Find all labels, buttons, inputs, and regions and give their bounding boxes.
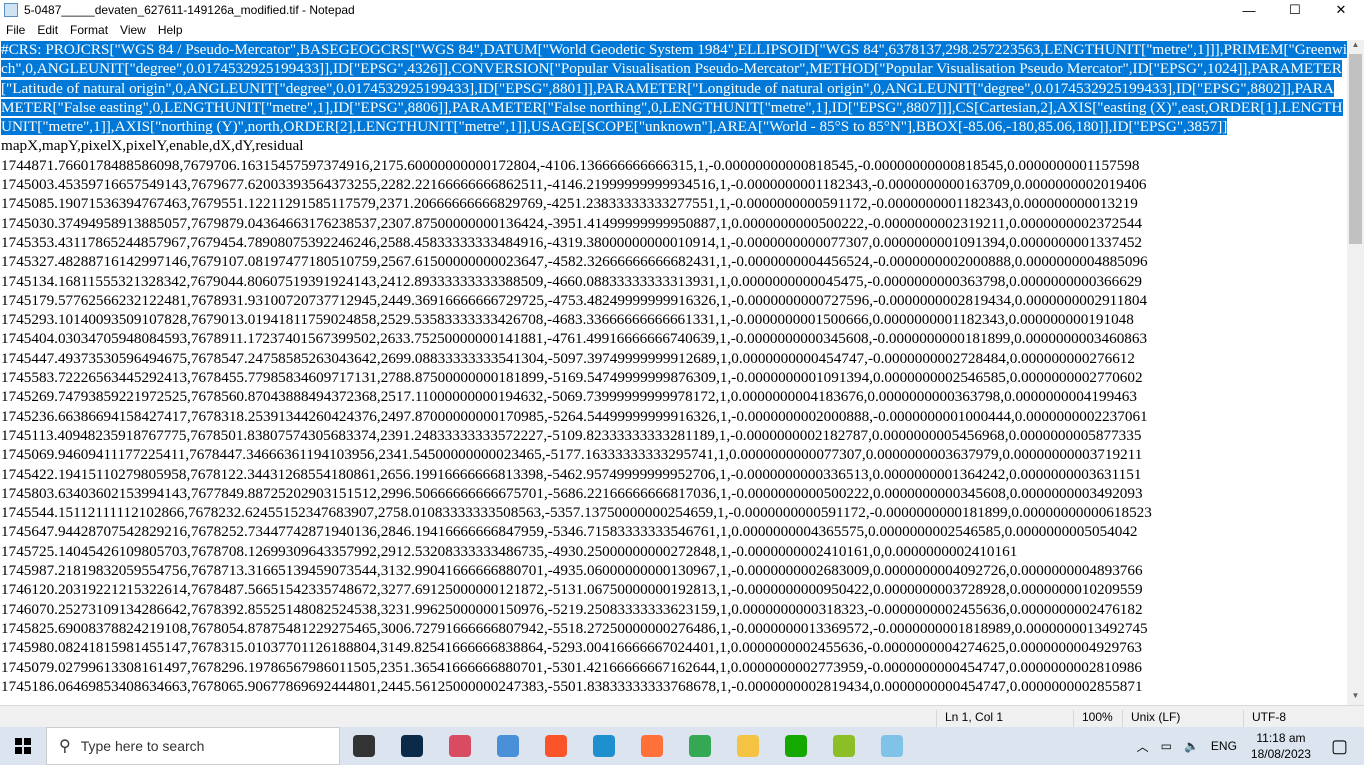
- minimize-button[interactable]: —: [1226, 0, 1272, 20]
- clock-date: 18/08/2023: [1250, 747, 1311, 761]
- notepad-icon: [881, 735, 903, 757]
- task-view-taskbar-button[interactable]: [340, 727, 388, 765]
- csv-row: 1745085.19071536394767463,7679551.122112…: [1, 195, 1138, 213]
- clock[interactable]: 11:18 am 18/08/2023: [1251, 730, 1311, 762]
- csv-row: 1745725.14045426109805703,7678708.126993…: [1, 542, 1018, 560]
- windows-icon: [15, 738, 31, 754]
- taskbar: ⚲ Type here to search ︿ ▭ 🔈 ENG 11:18 am…: [0, 727, 1364, 765]
- menu-help[interactable]: Help: [152, 23, 189, 37]
- csv-row: 1745186.06469853408634663,7678065.906778…: [1, 677, 1143, 695]
- status-bar: Ln 1, Col 1 100% Unix (LF) UTF-8: [0, 705, 1364, 727]
- selected-crs-text[interactable]: #CRS: PROJCRS["WGS 84 / Pseudo-Mercator"…: [1, 41, 1347, 136]
- search-placeholder: Type here to search: [80, 738, 205, 754]
- brave-taskbar-button[interactable]: [532, 727, 580, 765]
- system-tray: ︿ ▭ 🔈 ENG 11:18 am 18/08/2023 ▢: [1131, 727, 1364, 765]
- csv-row: 1746070.25273109134286642,7678392.855251…: [1, 600, 1143, 618]
- text-editor[interactable]: #CRS: PROJCRS["WGS 84 / Pseudo-Mercator"…: [0, 40, 1347, 705]
- csv-row: 1745113.40948235918767775,7678501.838075…: [1, 426, 1142, 444]
- vertical-scrollbar[interactable]: ▲ ▼: [1347, 40, 1364, 705]
- csv-row: 1745647.94428707542829216,7678252.734477…: [1, 523, 1138, 541]
- csv-row: 1745353.43117865244857967,7679454.789080…: [1, 233, 1143, 251]
- title-bar: 5-0487_____devaten_627611-149126a_modifi…: [0, 0, 1364, 20]
- csv-row: 1745987.21819832059554756,7678713.316651…: [1, 562, 1143, 580]
- csv-row: 1744871.7660178488586098,7679706.1631545…: [1, 156, 1140, 174]
- volume-icon[interactable]: 🔈: [1184, 739, 1199, 753]
- scrollbar-thumb[interactable]: [1349, 54, 1362, 244]
- csv-row: 1745404.03034705948084593,7678911.172374…: [1, 330, 1148, 348]
- csv-rows: 1744871.7660178488586098,7679706.1631545…: [1, 156, 1347, 696]
- csv-row: 1745003.45359716657549143,7679677.620033…: [1, 176, 1147, 194]
- csv-row: 1745422.19415110279805958,7678122.344312…: [1, 465, 1142, 483]
- chrome-taskbar-button[interactable]: [676, 727, 724, 765]
- task-view-icon: [353, 735, 375, 757]
- brave-icon: [545, 735, 567, 757]
- encoding: UTF-8: [1243, 710, 1286, 727]
- notepad-icon: [4, 3, 18, 17]
- menu-edit[interactable]: Edit: [31, 23, 64, 37]
- csv-row: 1745069.94609411177225411,7678447.346663…: [1, 446, 1143, 464]
- csv-row: 1745293.10140093509107828,7679013.019418…: [1, 311, 1134, 329]
- upwork-icon: [785, 735, 807, 757]
- edge-icon: [593, 735, 615, 757]
- csv-row: 1745544.15112111112102866,7678232.624551…: [1, 504, 1152, 522]
- snipping-taskbar-button[interactable]: [436, 727, 484, 765]
- zoom-level: 100%: [1073, 710, 1113, 727]
- photoshop-icon: [401, 735, 423, 757]
- firefox-icon: [641, 735, 663, 757]
- start-button[interactable]: [0, 727, 46, 765]
- csv-row: 1746120.20319221215322614,7678487.566515…: [1, 581, 1143, 599]
- line-ending: Unix (LF): [1122, 710, 1180, 727]
- menu-bar: File Edit Format View Help: [0, 20, 189, 40]
- show-hidden-icons-icon[interactable]: ︿: [1137, 738, 1149, 755]
- notifications-icon[interactable]: ▢: [1331, 736, 1348, 757]
- close-button[interactable]: ✕: [1318, 0, 1364, 20]
- file-explorer-taskbar-button[interactable]: [724, 727, 772, 765]
- battery-icon[interactable]: ▭: [1161, 739, 1172, 753]
- laptop-app-taskbar-button[interactable]: [484, 727, 532, 765]
- csv-row: 1745327.48288716142997146,7679107.081974…: [1, 253, 1148, 271]
- menu-format[interactable]: Format: [64, 23, 114, 37]
- csv-row: 1745803.63403602153994143,7677849.887252…: [1, 484, 1143, 502]
- laptop-app-icon: [497, 735, 519, 757]
- menu-file[interactable]: File: [0, 23, 31, 37]
- menu-view[interactable]: View: [114, 23, 152, 37]
- csv-row: 1745825.69008378824219108,7678054.878754…: [1, 619, 1148, 637]
- upwork-taskbar-button[interactable]: [772, 727, 820, 765]
- csv-row: 1745030.37494958913885057,7679879.043646…: [1, 214, 1143, 232]
- csv-row: 1745236.66386694158427417,7678318.253913…: [1, 407, 1148, 425]
- edge-taskbar-button[interactable]: [580, 727, 628, 765]
- csv-row: 1745447.49373530596494675,7678547.247585…: [1, 349, 1135, 367]
- csv-row: 1745134.16811555321328342,7679044.806075…: [1, 272, 1143, 290]
- csv-row: 1745179.57762566232122481,7678931.931007…: [1, 291, 1148, 309]
- csv-row: 1745583.72226563445292413,7678455.779858…: [1, 369, 1143, 387]
- csv-row: 1745269.74793859221972525,7678560.870438…: [1, 388, 1137, 406]
- qgis-icon: [833, 735, 855, 757]
- scroll-down-arrow-icon[interactable]: ▼: [1347, 691, 1364, 705]
- chrome-icon: [689, 735, 711, 757]
- csv-row: 1745980.08241815981455147,7678315.010377…: [1, 639, 1143, 657]
- csv-header-line: mapX,mapY,pixelX,pixelY,enable,dX,dY,res…: [1, 137, 304, 155]
- photoshop-taskbar-button[interactable]: [388, 727, 436, 765]
- cursor-position: Ln 1, Col 1: [936, 710, 1003, 727]
- maximize-button[interactable]: ☐: [1272, 0, 1318, 20]
- clock-time: 11:18 am: [1256, 731, 1306, 745]
- snipping-icon: [449, 735, 471, 757]
- csv-row: 1745079.02799613308161497,7678296.197865…: [1, 658, 1143, 676]
- search-icon: ⚲: [59, 738, 71, 755]
- notepad-taskbar-button[interactable]: [868, 727, 916, 765]
- scroll-up-arrow-icon[interactable]: ▲: [1347, 40, 1364, 54]
- language-indicator[interactable]: ENG: [1211, 739, 1237, 753]
- firefox-taskbar-button[interactable]: [628, 727, 676, 765]
- window-title: 5-0487_____devaten_627611-149126a_modifi…: [24, 3, 355, 17]
- file-explorer-icon: [737, 735, 759, 757]
- taskbar-search-box[interactable]: ⚲ Type here to search: [46, 727, 340, 765]
- qgis-taskbar-button[interactable]: [820, 727, 868, 765]
